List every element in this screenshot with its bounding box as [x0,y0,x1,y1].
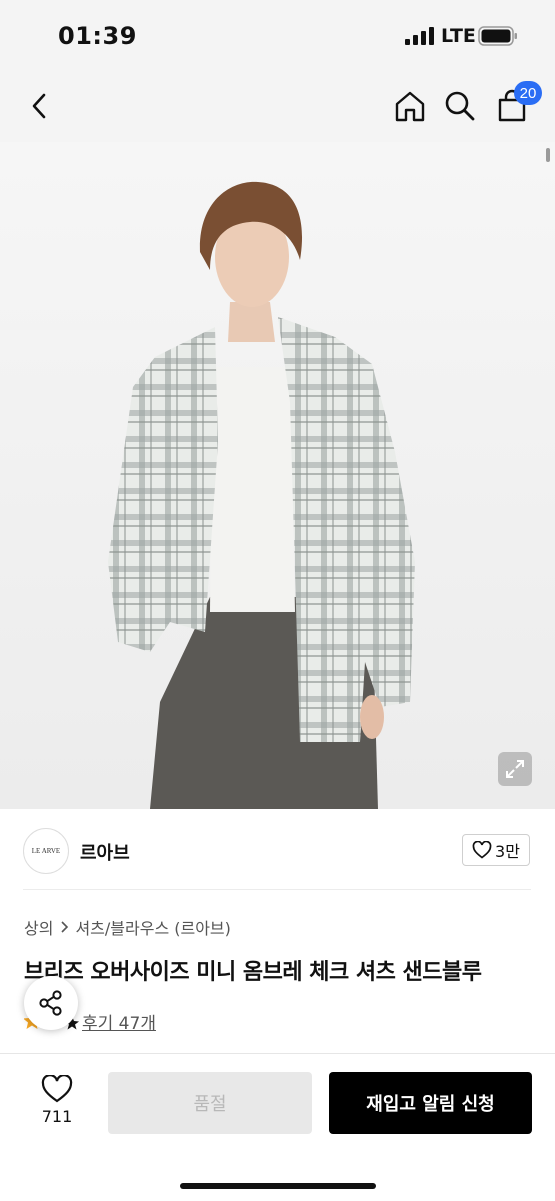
brand-logo[interactable]: LE ARVE [23,828,69,874]
breadcrumb-category[interactable]: 상의 [24,915,53,939]
expand-icon [506,760,524,778]
wish-count: 711 [41,1107,73,1126]
search-button[interactable] [440,86,480,126]
breadcrumb: 상의 셔츠/블라우스 (르아브) [24,915,231,939]
home-button[interactable] [390,86,430,126]
brand-like-count: 3만 [495,842,520,861]
brand-like-button[interactable]: 3만 [462,834,530,866]
heart-icon [472,841,492,859]
scroll-indicator [546,148,550,162]
brand-logo-text: LE ARVE [31,847,61,855]
chevron-right-icon [61,921,69,933]
battery-icon [478,26,517,46]
home-indicator [180,1183,376,1189]
soldout-button[interactable]: 품절 [108,1072,312,1134]
status-time: 01:39 [58,22,137,50]
model-photo [108,181,415,809]
breadcrumb-subcategory[interactable]: 셔츠/블라우스 (르아브) [75,915,230,939]
cart-button[interactable]: 20 [492,81,542,126]
heart-icon[interactable] [41,1075,73,1103]
home-icon [395,91,425,122]
top-nav: 20 [0,72,555,142]
expand-image-button[interactable] [498,752,532,786]
divider [23,889,531,890]
cart-count-badge: 20 [514,81,542,105]
network-label: LTE [441,25,476,47]
chevron-left-icon [32,93,46,119]
signal-icon [405,27,434,45]
review-count-link[interactable]: 후기 47개 [82,1009,156,1034]
share-button[interactable] [24,976,78,1030]
share-icon [39,990,62,1016]
brand-name[interactable]: 르아브 [80,839,130,865]
product-title: 브리즈 오버사이즈 미니 옴브레 체크 셔츠 샌드블루 [24,960,482,985]
restock-alert-button[interactable]: 재입고 알림 신청 [329,1072,532,1134]
back-button[interactable] [20,86,60,126]
product-image[interactable] [0,142,555,809]
search-icon [445,91,475,121]
